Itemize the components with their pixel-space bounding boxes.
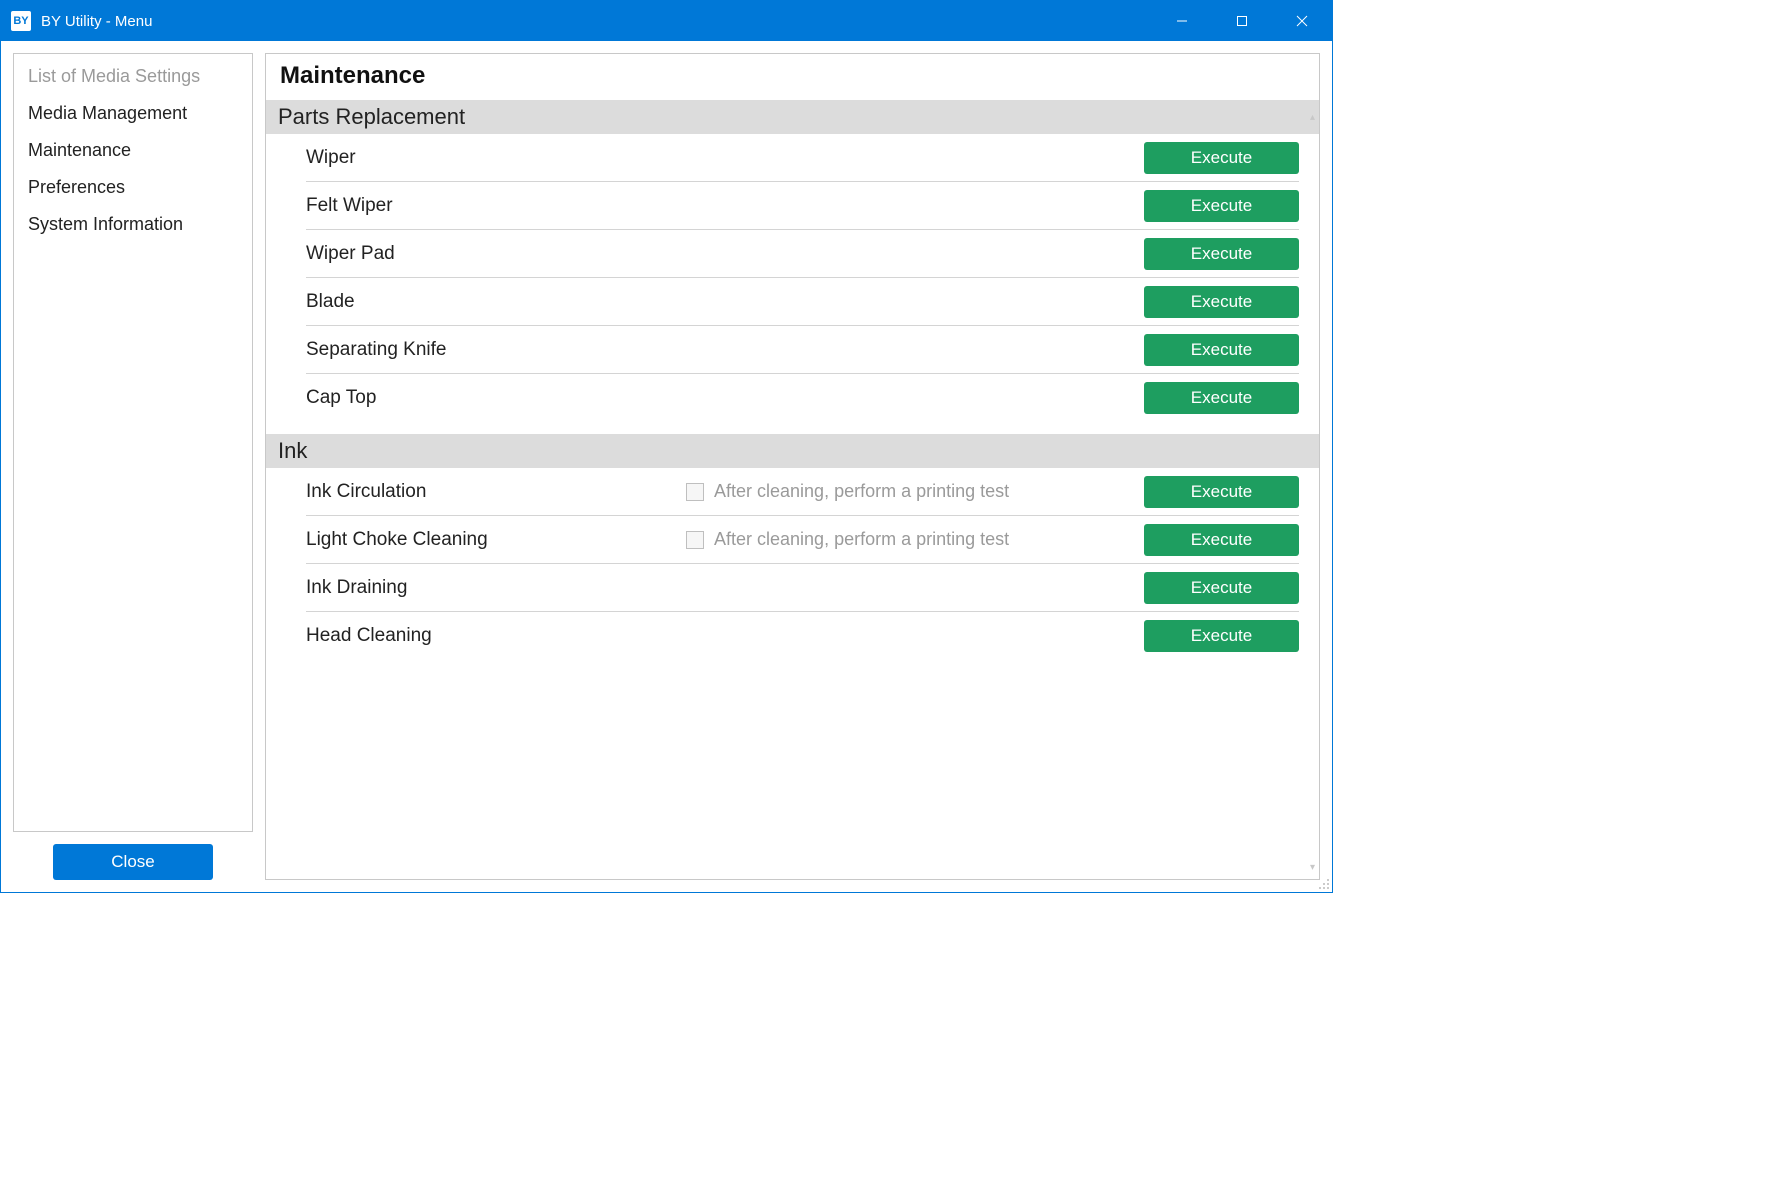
- maximize-button[interactable]: [1212, 1, 1272, 41]
- execute-button[interactable]: Execute: [1144, 142, 1299, 174]
- close-window-button[interactable]: [1272, 1, 1332, 41]
- scroll-area[interactable]: Parts Replacement Wiper Execute Felt Wip…: [266, 100, 1319, 879]
- row-wiper: Wiper Execute: [306, 134, 1299, 182]
- maximize-icon: [1236, 15, 1248, 27]
- sidebar: List of Media Settings Media Management …: [13, 53, 253, 832]
- row-middle: After cleaning, perform a printing test: [686, 529, 1124, 550]
- sidebar-item-preferences[interactable]: Preferences: [14, 169, 252, 206]
- row-head-cleaning: Head Cleaning Execute: [306, 612, 1299, 660]
- window-title: BY Utility - Menu: [41, 13, 1152, 30]
- row-ink-circulation: Ink Circulation After cleaning, perform …: [306, 468, 1299, 516]
- sidebar-item-system-information[interactable]: System Information: [14, 206, 252, 243]
- row-ink-draining: Ink Draining Execute: [306, 564, 1299, 612]
- printing-test-checkbox[interactable]: [686, 483, 704, 501]
- row-blade: Blade Execute: [306, 278, 1299, 326]
- execute-button[interactable]: Execute: [1144, 382, 1299, 414]
- checkbox-label: After cleaning, perform a printing test: [714, 529, 1009, 550]
- row-middle: After cleaning, perform a printing test: [686, 481, 1124, 502]
- main-panel: Maintenance Parts Replacement Wiper Exec…: [265, 53, 1320, 880]
- printing-test-checkbox[interactable]: [686, 531, 704, 549]
- window-body: List of Media Settings Media Management …: [1, 41, 1332, 892]
- row-wiper-pad: Wiper Pad Execute: [306, 230, 1299, 278]
- execute-button[interactable]: Execute: [1144, 190, 1299, 222]
- window-controls: [1152, 1, 1332, 41]
- row-label: Head Cleaning: [306, 625, 686, 647]
- execute-button[interactable]: Execute: [1144, 476, 1299, 508]
- execute-button[interactable]: Execute: [1144, 572, 1299, 604]
- titlebar: BY BY Utility - Menu: [1, 1, 1332, 41]
- sidebar-column: List of Media Settings Media Management …: [13, 53, 253, 880]
- row-label: Ink Circulation: [306, 481, 686, 503]
- execute-button[interactable]: Execute: [1144, 286, 1299, 318]
- row-label: Wiper: [306, 147, 686, 169]
- row-label: Ink Draining: [306, 577, 686, 599]
- execute-button[interactable]: Execute: [1144, 334, 1299, 366]
- minimize-button[interactable]: [1152, 1, 1212, 41]
- row-label: Blade: [306, 291, 686, 313]
- row-label: Light Choke Cleaning: [306, 529, 686, 551]
- row-cap-top: Cap Top Execute: [306, 374, 1299, 422]
- row-felt-wiper: Felt Wiper Execute: [306, 182, 1299, 230]
- execute-button[interactable]: Execute: [1144, 238, 1299, 270]
- section-header-parts-replacement: Parts Replacement: [266, 100, 1319, 134]
- checkbox-label: After cleaning, perform a printing test: [714, 481, 1009, 502]
- page-title: Maintenance: [266, 54, 1319, 100]
- app-icon: BY: [11, 11, 31, 31]
- row-light-choke-cleaning: Light Choke Cleaning After cleaning, per…: [306, 516, 1299, 564]
- row-label: Wiper Pad: [306, 243, 686, 265]
- sidebar-item-maintenance[interactable]: Maintenance: [14, 132, 252, 169]
- row-separating-knife: Separating Knife Execute: [306, 326, 1299, 374]
- execute-button[interactable]: Execute: [1144, 524, 1299, 556]
- section-header-ink: Ink: [266, 434, 1319, 468]
- resize-grip-icon[interactable]: [1316, 876, 1330, 890]
- sidebar-item-media-settings[interactable]: List of Media Settings: [14, 58, 252, 95]
- row-label: Separating Knife: [306, 339, 686, 361]
- app-window: BY BY Utility - Menu List of Media Setti…: [0, 0, 1333, 893]
- minimize-icon: [1176, 15, 1188, 27]
- close-icon: [1296, 15, 1308, 27]
- sidebar-item-media-management[interactable]: Media Management: [14, 95, 252, 132]
- close-button[interactable]: Close: [53, 844, 213, 880]
- execute-button[interactable]: Execute: [1144, 620, 1299, 652]
- row-label: Cap Top: [306, 387, 686, 409]
- row-label: Felt Wiper: [306, 195, 686, 217]
